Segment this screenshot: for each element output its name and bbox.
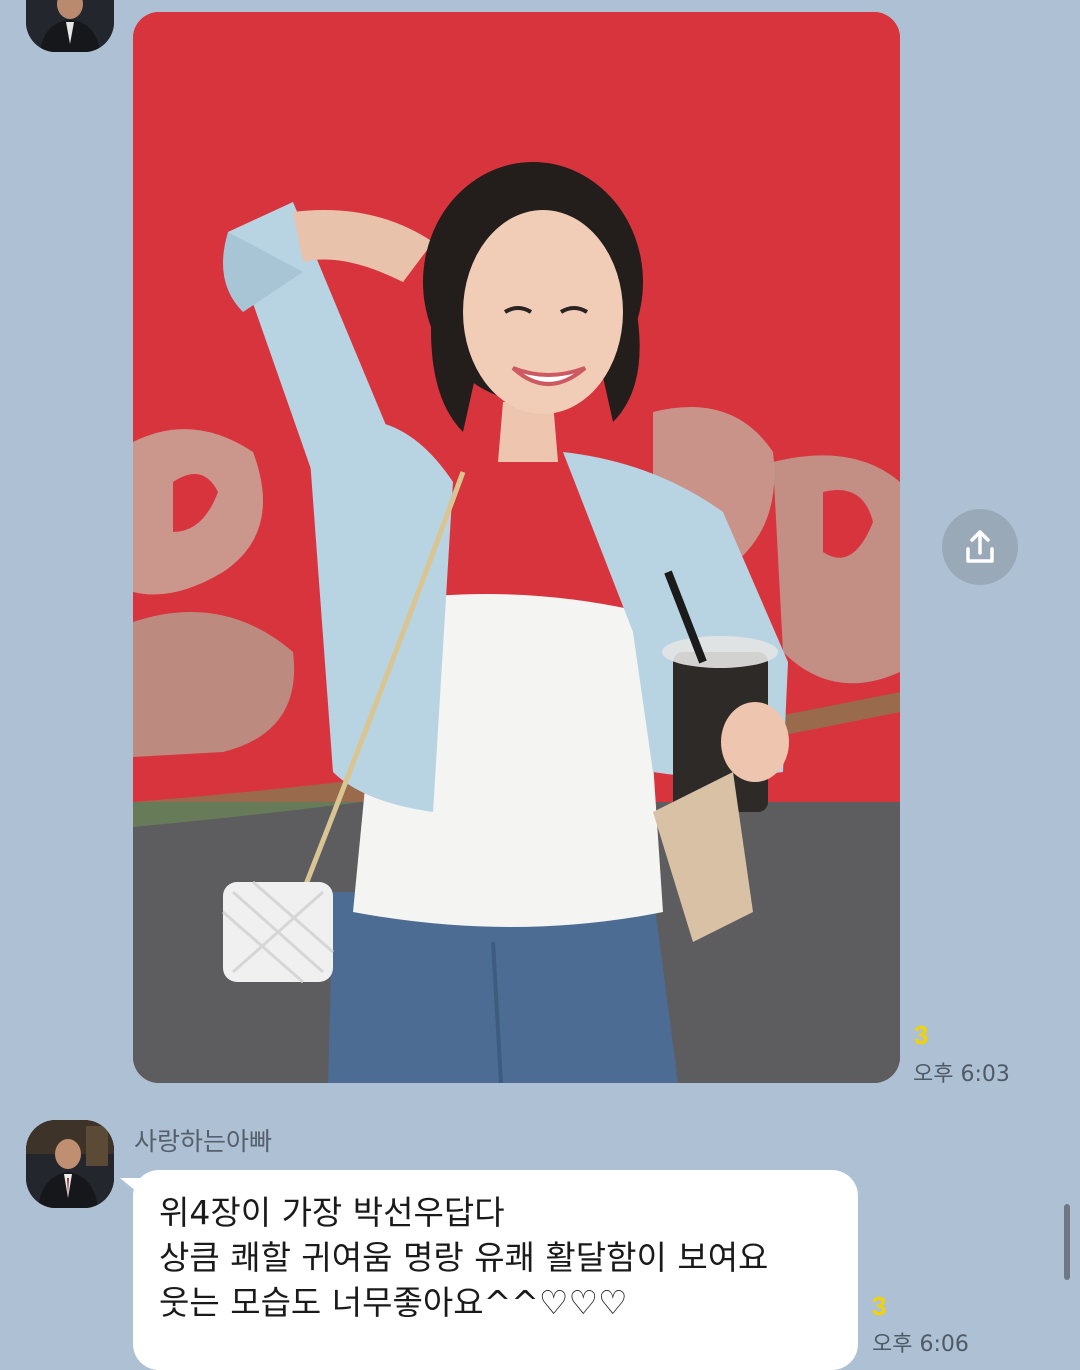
- message-line: 상큼 쾌할 귀여움 명랑 유쾌 활달함이 보여요: [159, 1238, 769, 1277]
- scrollbar-thumb[interactable]: [1064, 1204, 1070, 1280]
- sender-name: 사랑하는아빠: [134, 1127, 273, 1156]
- share-button[interactable]: [942, 509, 1018, 585]
- unread-count: 3: [872, 1291, 887, 1321]
- message-time: 오후 6:06: [872, 1332, 969, 1357]
- unread-count: 3: [914, 1020, 929, 1050]
- photo-message[interactable]: [133, 12, 900, 1083]
- photo-image: [133, 12, 900, 1083]
- profile-photo-icon: [26, 1120, 114, 1208]
- share-icon: [966, 530, 994, 563]
- message-time: 오후 6:03: [913, 1062, 1010, 1087]
- sender-avatar[interactable]: [26, 1120, 114, 1208]
- profile-photo-icon: [26, 0, 114, 52]
- sender-avatar[interactable]: [26, 0, 114, 52]
- text-message-bubble[interactable]: 위4장이 가장 박선우답다 상큼 쾌할 귀여움 명랑 유쾌 활달함이 보여요 웃…: [133, 1170, 858, 1370]
- message-line: 위4장이 가장 박선우답다: [159, 1193, 505, 1232]
- message-line: 웃는 모습도 너무좋아요^^♡♡♡: [159, 1283, 628, 1322]
